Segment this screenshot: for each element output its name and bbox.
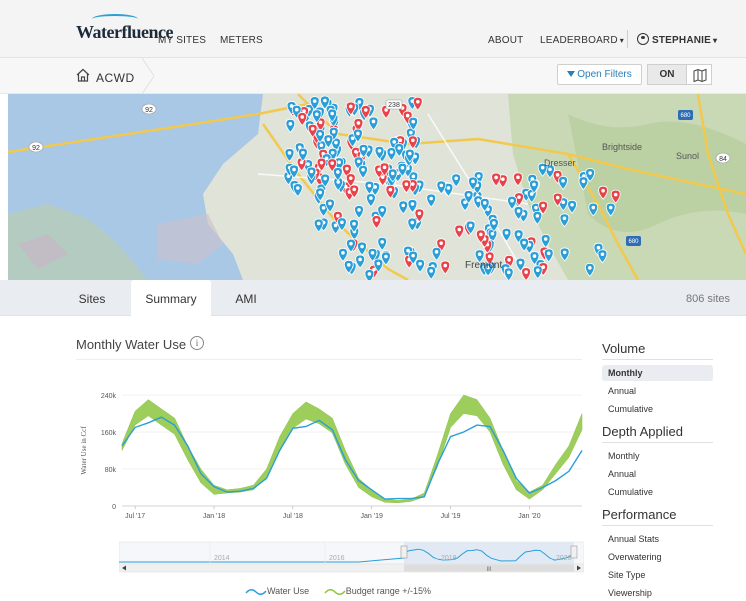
hwy-shield-680: 680 <box>678 110 693 120</box>
budget-band-layer <box>122 395 582 503</box>
sidebar-heading-depth: Depth Applied <box>602 424 683 439</box>
map-toggle-on-button[interactable]: ON <box>647 64 687 85</box>
info-icon[interactable]: i <box>190 336 204 350</box>
nav-leaderboard[interactable]: LEADERBOARD▾ <box>540 35 624 46</box>
navigator-handle-right[interactable] <box>571 546 577 558</box>
nav-user-menu[interactable]: STEPHANIE▾ <box>652 35 717 46</box>
y-tick-label: 160k <box>101 430 117 437</box>
legend-item-budget[interactable]: Budget range +/-15% <box>324 586 431 596</box>
sidebar-item-depth-monthly[interactable]: Monthly <box>602 448 713 464</box>
scroll-thumb-grip: III <box>486 567 491 573</box>
x-tick-label: Jan '20 <box>518 513 540 520</box>
sidebar-item-performance-overwatering[interactable]: Overwatering <box>602 549 713 565</box>
chart-legend: Water Use Budget range +/-15% <box>245 586 431 597</box>
map-icon <box>687 65 713 86</box>
user-name: STEPHANIE <box>652 35 711 46</box>
wave-icon-green <box>324 587 346 597</box>
map-canvas[interactable]: 92 92 238 680 680 84 Dresser Brightside … <box>8 94 746 280</box>
chevron-down-icon: ▾ <box>620 36 624 45</box>
x-tick-label: Jul '17 <box>125 513 145 520</box>
navigator-year-label: 2020 <box>556 555 572 562</box>
chevron-down-icon: ▾ <box>713 36 717 45</box>
nav-divider <box>627 30 628 48</box>
hwy-680-south-label: 680 <box>628 239 639 245</box>
breadcrumb-chevron <box>142 58 156 94</box>
tab-bar: Sites Summary AMI 806 sites <box>0 280 746 316</box>
x-tick-label: Jan '19 <box>361 513 383 520</box>
sidebar-item-performance-annual-stats[interactable]: Annual Stats <box>602 531 713 547</box>
tab-summary[interactable]: Summary <box>131 280 211 316</box>
sidebar-divider <box>602 525 713 526</box>
y-axis-label: Water Use in Ccf <box>80 426 88 475</box>
nav-my-sites[interactable]: MY SITES <box>158 35 206 46</box>
chart-navigator[interactable]: 2014 2016 2018 2020 III <box>119 538 584 574</box>
map-label-fremont: Fremont <box>465 260 502 271</box>
hwy-shield-238: 238 <box>386 100 402 109</box>
legend-label-water-use: Water Use <box>267 586 309 596</box>
sidebar-heading-performance: Performance <box>602 507 676 522</box>
map-label-dresser: Dresser <box>544 158 576 168</box>
nav-about[interactable]: ABOUT <box>488 35 523 46</box>
water-use-chart[interactable]: 0 80k 160k 240k Water Use in Ccf Jul '17 Jan '… <box>74 383 594 523</box>
nav-leaderboard-label: LEADERBOARD <box>540 35 618 46</box>
sidebar-heading-volume: Volume <box>602 341 645 356</box>
tab-ami[interactable]: AMI <box>218 280 274 316</box>
map-label-brightside: Brightside <box>602 142 642 152</box>
hwy-shield-84: 84 <box>716 153 730 163</box>
x-tick-label: Jan '18 <box>203 513 225 520</box>
y-tick-label: 240k <box>101 393 117 400</box>
hwy-680-label: 680 <box>680 113 691 119</box>
sites-map[interactable]: 92 92 238 680 680 84 Dresser Brightside … <box>8 94 746 280</box>
navigator-year-label: 2014 <box>214 555 230 562</box>
open-filters-label: Open Filters <box>577 69 631 80</box>
tab-sites[interactable]: Sites <box>60 280 124 316</box>
chart-grid <box>122 395 582 506</box>
wave-icon-blue <box>245 587 267 597</box>
legend-label-budget: Budget range +/-15% <box>346 586 431 596</box>
navigator-year-label: 2018 <box>441 555 457 562</box>
chart-title: Monthly Water Use <box>76 337 186 352</box>
home-icon[interactable] <box>75 67 91 83</box>
sidebar-item-volume-monthly[interactable]: Monthly <box>602 365 713 381</box>
legend-item-water-use[interactable]: Water Use <box>245 586 312 596</box>
hwy-shield-92-west: 92 <box>29 142 43 152</box>
y-tick-label: 0 <box>112 504 116 511</box>
hwy-84-label: 84 <box>719 156 727 163</box>
hwy-shield-92: 92 <box>142 104 156 114</box>
budget-band-area[interactable] <box>122 395 582 503</box>
top-navbar: Waterfluence MY SITES METERS ABOUT LEADE… <box>0 0 746 58</box>
map-view-button[interactable] <box>686 64 712 85</box>
hwy-238-label: 238 <box>388 102 400 109</box>
navigator-handle-left[interactable] <box>401 546 407 558</box>
x-tick-label: Jul '19 <box>441 513 461 520</box>
filter-icon <box>567 71 575 77</box>
sites-count: 806 sites <box>686 293 730 305</box>
hwy-92-label: 92 <box>145 107 153 114</box>
user-icon <box>637 33 649 45</box>
sidebar-item-performance-site-type[interactable]: Site Type <box>602 567 713 583</box>
sidebar-item-performance-viewership[interactable]: Viewership <box>602 585 713 601</box>
title-divider <box>76 359 582 360</box>
sidebar-item-depth-annual[interactable]: Annual <box>602 466 713 482</box>
open-filters-button[interactable]: Open Filters <box>557 64 642 85</box>
nav-meters[interactable]: METERS <box>220 35 263 46</box>
y-tick-label: 80k <box>105 467 117 474</box>
map-pin[interactable] <box>365 269 374 280</box>
navigator-year-label: 2016 <box>329 555 345 562</box>
breadcrumb-current[interactable]: ACWD <box>96 71 135 85</box>
x-tick-label: Jul '18 <box>283 513 303 520</box>
sidebar-divider <box>602 442 713 443</box>
sidebar-item-depth-cumulative[interactable]: Cumulative <box>602 484 713 500</box>
hwy-92-west-label: 92 <box>32 145 40 152</box>
sidebar-item-volume-annual[interactable]: Annual <box>602 383 713 399</box>
navigator-selection[interactable] <box>404 542 574 564</box>
hwy-shield-680-south: 680 <box>626 236 641 246</box>
sidebar-divider <box>602 359 713 360</box>
sidebar-item-volume-cumulative[interactable]: Cumulative <box>602 401 713 417</box>
map-label-sunol: Sunol <box>676 151 699 161</box>
